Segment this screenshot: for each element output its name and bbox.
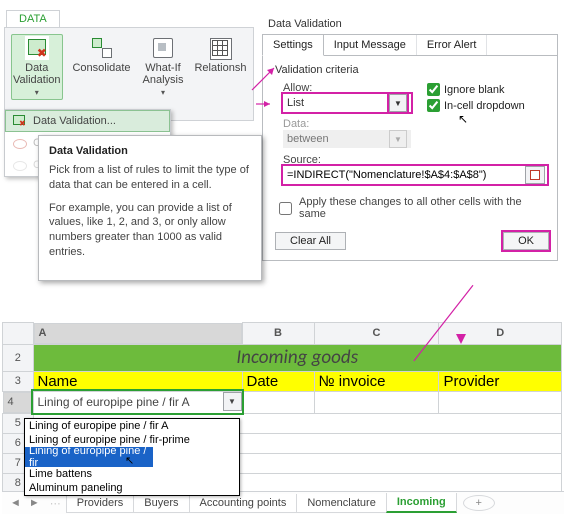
allow-value: List — [287, 97, 304, 109]
allow-label: Allow: — [283, 82, 411, 94]
source-input[interactable]: =INDIRECT("Nomenclature!$A$4:$A$8") — [283, 166, 547, 184]
what-if-icon — [151, 36, 175, 60]
select-all-corner[interactable] — [3, 323, 34, 345]
cell-B4[interactable] — [242, 391, 314, 413]
cell-D4[interactable] — [439, 391, 562, 413]
data-select: between ▼ — [283, 130, 411, 148]
ok-button[interactable]: OK — [503, 232, 549, 250]
dropdown-option[interactable]: Lime battens — [25, 467, 239, 481]
sheet-tab-incoming[interactable]: Incoming — [386, 493, 457, 513]
data-validation-dialog: Data Validation Settings Input Message E… — [262, 16, 558, 261]
cell-C4[interactable] — [314, 391, 439, 413]
ribbon: DATA Data Validation ▾ Consolidate What-… — [4, 10, 254, 121]
sheet-tab-providers[interactable]: Providers — [66, 494, 134, 513]
dialog-title: Data Validation — [262, 16, 558, 34]
header-provider[interactable]: Provider — [439, 371, 562, 391]
range-picker-icon[interactable] — [525, 166, 545, 184]
header-date[interactable]: Date — [242, 371, 314, 391]
tab-settings[interactable]: Settings — [262, 34, 324, 56]
header-invoice[interactable]: № invoice — [314, 371, 439, 391]
allow-select[interactable]: List ▼ — [283, 94, 411, 112]
tooltip-p2: For example, you can provide a list of v… — [49, 201, 251, 260]
cursor-icon: ↖ — [458, 112, 468, 126]
dropdown-option[interactable]: Aluminum paneling — [25, 481, 239, 495]
tooltip-title: Data Validation — [49, 144, 251, 159]
tab-nav-prev[interactable]: ◄ — [6, 497, 25, 509]
consolidate-icon — [90, 36, 114, 60]
sheet-tab-nomenclature[interactable]: Nomenclature — [296, 494, 386, 513]
data-value: between — [287, 133, 329, 145]
header-name[interactable]: Name — [33, 371, 242, 391]
col-header-A[interactable]: A — [34, 323, 242, 344]
cell-dropdown-button[interactable]: ▼ — [223, 392, 242, 411]
ribbon-tab-data[interactable]: DATA — [6, 10, 60, 27]
dialog-tabs: Settings Input Message Error Alert — [262, 34, 558, 56]
what-if-label: What-If Analysis ▾ — [143, 62, 184, 98]
what-if-button[interactable]: What-If Analysis ▾ — [141, 34, 186, 100]
group-title: Validation criteria — [275, 64, 549, 76]
chevron-down-icon[interactable]: ▼ — [389, 94, 407, 112]
circle-invalid-icon — [11, 135, 27, 151]
menu-item-data-validation[interactable]: Data Validation... — [5, 110, 170, 132]
source-label: Source: — [283, 154, 549, 166]
col-header-C[interactable]: C — [314, 323, 439, 345]
tab-nav-next[interactable]: ► — [25, 497, 44, 509]
row-header-4[interactable]: 4 — [3, 392, 33, 413]
data-validation-small-icon — [11, 113, 27, 129]
consolidate-button[interactable]: Consolidate — [71, 34, 133, 76]
sheet-tab-accounting[interactable]: Accounting points — [189, 494, 298, 513]
clear-circles-icon — [11, 157, 27, 173]
relationships-icon — [208, 36, 232, 60]
dropdown-option[interactable]: Lining of europipe pine / fir A — [25, 419, 239, 433]
cursor-icon: ↖ — [125, 454, 134, 467]
data-label: Data: — [283, 118, 549, 130]
row-header-3[interactable]: 3 — [3, 371, 34, 391]
ignore-blank-checkbox[interactable]: Ignore blank — [427, 83, 525, 96]
data-validation-icon — [25, 36, 49, 60]
apply-same-checkbox[interactable] — [279, 202, 292, 215]
tab-input-message[interactable]: Input Message — [324, 35, 417, 55]
sheet-tab-buyers[interactable]: Buyers — [133, 494, 189, 513]
new-sheet-button[interactable]: + — [463, 495, 495, 511]
ribbon-group-data-tools: Data Validation ▾ Consolidate What-If An… — [4, 27, 254, 121]
row-header-2[interactable]: 2 — [3, 344, 34, 371]
dialog-settings-pane: Validation criteria Allow: List ▼ Ignore… — [262, 56, 558, 261]
col-header-B[interactable]: B — [242, 323, 314, 345]
cell-A4-value: Lining of europipe pine / fir A — [38, 395, 190, 409]
incell-dropdown-checkbox[interactable]: In-cell dropdown — [427, 99, 525, 112]
tab-error-alert[interactable]: Error Alert — [417, 35, 488, 55]
title-cell[interactable]: Incoming goods — [33, 344, 562, 371]
apply-same-label: Apply these changes to all other cells w… — [299, 196, 549, 220]
cell-A4[interactable]: Lining of europipe pine / fir A ▼ — [33, 391, 242, 413]
tooltip-p1: Pick from a list of rules to limit the t… — [49, 163, 251, 193]
data-validation-label: Data Validation ▾ — [13, 62, 61, 98]
consolidate-label: Consolidate — [72, 62, 130, 74]
col-header-D[interactable]: D — [439, 323, 562, 345]
relationships-button[interactable]: Relationsh — [193, 34, 247, 76]
source-value: =INDIRECT("Nomenclature!$A$4:$A$8") — [285, 169, 523, 181]
chevron-down-icon: ▼ — [389, 130, 407, 148]
data-validation-button[interactable]: Data Validation ▾ — [11, 34, 63, 100]
tooltip-data-validation: Data Validation Pick from a list of rule… — [38, 135, 262, 281]
relationships-label: Relationsh — [194, 62, 246, 74]
clear-all-button[interactable]: Clear All — [275, 232, 346, 250]
